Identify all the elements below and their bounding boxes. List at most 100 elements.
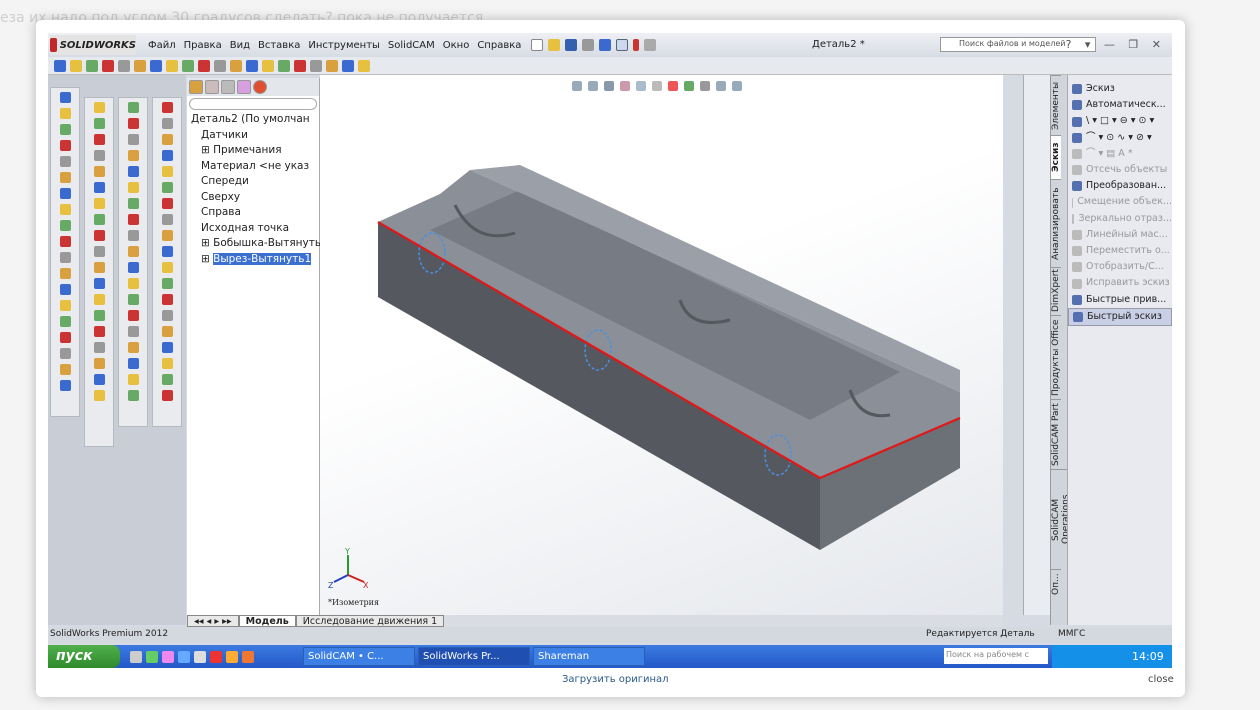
feature-tool-icon[interactable] [161, 150, 173, 161]
tab-7[interactable]: Оп... [1051, 569, 1061, 599]
command-item[interactable]: ⌒ ▾ ⊙ ∿ ▾ ⊘ ▾ [1068, 130, 1172, 146]
view-tool-icon[interactable] [716, 81, 726, 91]
command-item[interactable]: Эскиз [1068, 81, 1172, 97]
bottom-tab-0[interactable]: Модель [238, 615, 296, 627]
toolbar-icon[interactable] [134, 59, 146, 72]
toolbar-icon[interactable] [214, 59, 226, 72]
dimxpert-tab-icon[interactable] [237, 80, 251, 94]
feature-tool-icon[interactable] [93, 310, 105, 321]
select-icon[interactable] [616, 39, 629, 51]
feature-tool-icon[interactable] [127, 326, 139, 337]
feature-tool-icon[interactable] [127, 278, 139, 289]
tree-item[interactable]: ⊞ Вырез-Вытянуть1 [187, 252, 319, 268]
command-item[interactable]: Зеркально отраз... [1068, 211, 1172, 227]
view-tool-icon[interactable] [700, 81, 710, 91]
feature-tool-icon[interactable] [59, 124, 71, 135]
feature-tool-icon[interactable] [127, 358, 139, 369]
save-icon[interactable] [565, 39, 578, 51]
toolbar-icon[interactable] [230, 59, 242, 72]
app-icon[interactable] [162, 650, 174, 663]
tab-1[interactable]: Эскиз [1051, 135, 1061, 179]
feature-tool-icon[interactable] [161, 374, 173, 385]
view-tool-icon[interactable] [604, 81, 614, 91]
app-icon[interactable] [194, 650, 206, 663]
feature-tool-icon[interactable] [59, 156, 71, 167]
command-item[interactable]: Автоматическ... [1068, 97, 1172, 113]
tree-item[interactable]: Справа [187, 205, 319, 221]
tab-4[interactable]: Продукты Office [1051, 315, 1061, 399]
tree-item[interactable]: Материал <не указ [187, 159, 319, 175]
toolbar-icon[interactable] [70, 59, 82, 72]
tree-item[interactable]: Исходная точка [187, 221, 319, 237]
toolbar-icon[interactable] [358, 59, 370, 72]
menu-item[interactable]: Справка [477, 40, 521, 51]
view-tool-icon[interactable] [620, 81, 630, 91]
command-item[interactable]: Исправить эскиз [1068, 275, 1172, 291]
status-units[interactable]: ММГС [1058, 629, 1085, 639]
feature-tool-icon[interactable] [59, 332, 71, 343]
feature-tool-icon[interactable] [93, 278, 105, 289]
command-item[interactable]: Отсечь объекты [1068, 162, 1172, 178]
feature-tool-icon[interactable] [127, 246, 139, 257]
feature-tool-icon[interactable] [59, 300, 71, 311]
feature-tool-icon[interactable] [161, 326, 173, 337]
taskbar-task[interactable]: SolidWorks Pr... [418, 647, 530, 666]
chrome-icon[interactable] [226, 650, 238, 663]
feature-tool-icon[interactable] [161, 278, 173, 289]
bottom-tab-1[interactable]: Исследование движения 1 [295, 615, 445, 627]
feature-tool-icon[interactable] [127, 198, 139, 209]
menu-item[interactable]: Вид [230, 40, 250, 51]
tree-item[interactable]: ⊞ Бобышка-Вытянуть [187, 236, 321, 252]
tab-3[interactable]: DimXpert [1051, 267, 1061, 315]
feature-tool-icon[interactable] [59, 140, 71, 151]
toolbar-icon[interactable] [278, 59, 290, 72]
toolbar-icon[interactable] [86, 59, 98, 72]
feature-tool-icon[interactable] [161, 230, 173, 241]
tree-filter-input[interactable] [189, 98, 317, 110]
tab-5[interactable]: SolidCAM Part [1051, 399, 1061, 469]
toolbar-icon[interactable] [182, 59, 194, 72]
toolbar-icon[interactable] [166, 59, 178, 72]
view-tool-icon[interactable] [588, 81, 598, 91]
feature-tool-icon[interactable] [93, 118, 105, 129]
feature-tool-icon[interactable] [93, 342, 105, 353]
desktop-icon[interactable] [130, 650, 142, 663]
toolbar-icon[interactable] [310, 59, 322, 72]
feature-tool-icon[interactable] [161, 246, 173, 257]
command-item[interactable]: ⌒ ▾ ▤ A * [1068, 146, 1172, 162]
feature-tool-icon[interactable] [93, 230, 105, 241]
menu-item[interactable]: Окно [443, 40, 470, 51]
window-controls[interactable]: ? ▾ — ❐ ✕ [1066, 38, 1166, 51]
feature-tool-icon[interactable] [93, 294, 105, 305]
config-tab-icon[interactable] [221, 80, 235, 94]
feature-tool-icon[interactable] [127, 390, 139, 401]
feature-tool-icon[interactable] [93, 150, 105, 161]
new-icon[interactable] [531, 39, 544, 51]
feature-tool-icon[interactable] [59, 236, 71, 247]
feature-tool-icon[interactable] [59, 268, 71, 279]
open-icon[interactable] [548, 39, 561, 51]
tab-2[interactable]: Анализировать [1051, 179, 1061, 267]
toolbar-icon[interactable] [102, 59, 114, 72]
feature-tool-icon[interactable] [161, 310, 173, 321]
feature-tool-icon[interactable] [93, 134, 105, 145]
feature-tool-icon[interactable] [93, 326, 105, 337]
feature-tool-icon[interactable] [59, 92, 71, 103]
feature-tool-icon[interactable] [93, 102, 105, 113]
menu-item[interactable]: Правка [184, 40, 222, 51]
feature-tool-icon[interactable] [127, 134, 139, 145]
feature-tool-icon[interactable] [161, 166, 173, 177]
feature-tool-icon[interactable] [161, 342, 173, 353]
view-tool-icon[interactable] [732, 81, 742, 91]
toolbar-icon[interactable] [54, 59, 66, 72]
command-item[interactable]: Переместить о... [1068, 243, 1172, 259]
firefox-icon[interactable] [242, 650, 254, 663]
feature-tool-icon[interactable] [59, 252, 71, 263]
toolbar-icon[interactable] [150, 59, 162, 72]
feature-tool-icon[interactable] [127, 374, 139, 385]
feature-tool-icon[interactable] [93, 390, 105, 401]
feature-tool-icon[interactable] [127, 102, 139, 113]
taskbar-task[interactable]: Shareman [533, 647, 645, 666]
feature-tool-icon[interactable] [59, 380, 71, 391]
command-item[interactable]: Смещение объек... [1068, 194, 1172, 210]
